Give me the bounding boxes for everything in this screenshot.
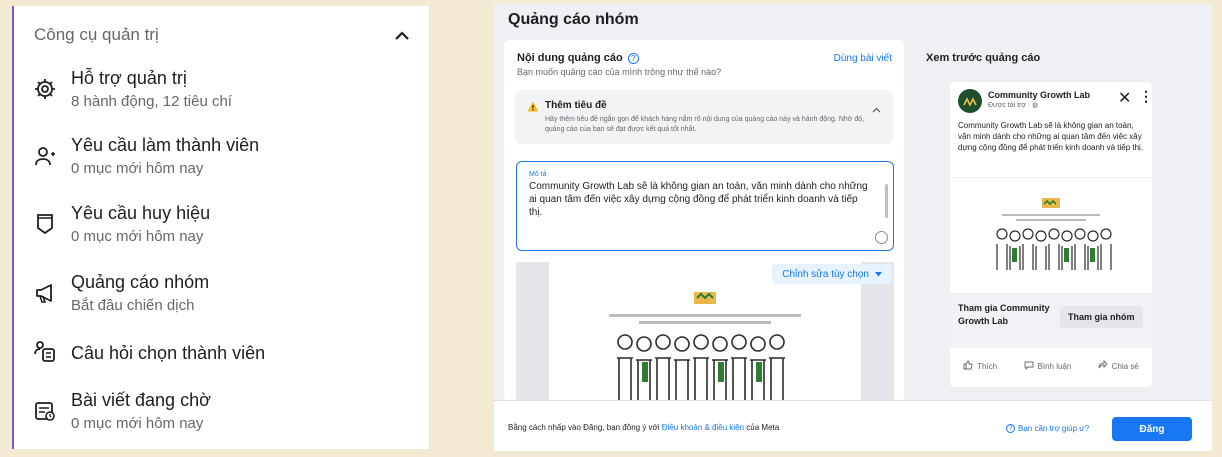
group-ad-window: Quảng cáo nhóm Nội dung quảng cáo ? Bạn … [494, 4, 1212, 451]
page-avatar [958, 89, 982, 113]
help-label: Bạn cần trợ giúp ư? [1018, 424, 1090, 433]
preview-page-name[interactable]: Community Growth Lab [988, 90, 1090, 100]
terms-prefix: Bằng cách nhấp vào Đăng, bạn đồng ý với [508, 423, 662, 432]
admin-item-member-questions[interactable]: Câu hỏi chọn thành viên [32, 332, 411, 392]
pending-posts-icon [32, 398, 58, 424]
member-questions-icon [32, 338, 58, 364]
content-subtitle: Bạn muốn quảng cáo của mình trông như th… [517, 67, 722, 77]
admin-item-label: Hỗ trợ quản trị [71, 68, 187, 88]
share-icon [1098, 359, 1108, 372]
comment-icon [1024, 360, 1034, 372]
preview-sponsored: Được tài trợ · ◍ [988, 101, 1038, 109]
use-post-link[interactable]: Dùng bài viết [834, 53, 892, 64]
ad-content-editor: Nội dung quảng cáo ? Bạn muốn quảng cáo … [504, 40, 904, 402]
comment-action[interactable]: Bình luận [1024, 360, 1072, 372]
admin-item-label: Câu hỏi chọn thành viên [71, 343, 266, 363]
chevron-up-icon[interactable] [395, 28, 409, 42]
preview-body-text: Community Growth Lab sẽ là không gian an… [958, 121, 1144, 152]
admin-item-label: Bài viết đang chờ [71, 390, 211, 410]
admin-item-sub: 8 hành động, 12 tiêu chí [71, 93, 232, 110]
admin-tools-title: Công cụ quản trị [34, 25, 159, 44]
like-label: Thích [977, 361, 998, 371]
terms-text: Bằng cách nhấp vào Đăng, bạn đồng ý với … [508, 423, 779, 432]
info-icon[interactable]: ? [627, 52, 639, 64]
share-label: Chia sẻ [1111, 361, 1139, 371]
admin-item-label: Yêu cầu làm thành viên [71, 135, 260, 155]
edit-options-button[interactable]: Chỉnh sửa tùy chọn [772, 264, 892, 284]
chevron-up-icon[interactable] [872, 100, 881, 118]
description-label: Mô tả [529, 171, 547, 178]
preview-cta-text: Tham gia Community Growth Lab [958, 303, 1050, 326]
admin-item-group-ads[interactable]: Quảng cáo nhóm Bắt đầu chiến dịch [32, 266, 411, 326]
admin-tools-header[interactable]: Công cụ quản trị [34, 20, 409, 50]
preview-image [950, 177, 1152, 294]
badge-icon [32, 211, 58, 237]
admin-item-support[interactable]: Hỗ trợ quản trị 8 hành động, 12 tiêu chí [32, 62, 411, 122]
gear-shield-icon [32, 76, 58, 102]
like-action[interactable]: Thích [963, 360, 997, 372]
admin-item-sub: 0 mục mới hôm nay [71, 160, 204, 177]
description-scrollbar[interactable] [885, 184, 888, 218]
more-options-icon[interactable]: ⋮ [1139, 88, 1152, 105]
share-action[interactable]: Chia sẻ [1098, 359, 1139, 372]
admin-item-sub: Bắt đầu chiến dịch [71, 297, 195, 314]
admin-item-membership[interactable]: Yêu cầu làm thành viên 0 mục mới hôm nay [32, 129, 411, 189]
terms-link[interactable]: Điều khoản & điều kiện [662, 423, 744, 432]
warning-text: Hãy thêm tiêu đề ngắn gọn để khách hàng … [545, 116, 865, 133]
help-link[interactable]: ? Bạn cần trợ giúp ư? [1006, 424, 1089, 433]
admin-item-pending-posts[interactable]: Bài viết đang chờ 0 mục mới hôm nay [32, 384, 411, 444]
warning-title: Thêm tiêu đề [545, 100, 607, 111]
globe-icon: ◍ [1032, 102, 1039, 109]
sponsored-text: Được tài trợ · [988, 102, 1033, 109]
edit-options-label: Chỉnh sửa tùy chọn [782, 268, 869, 280]
add-headline-warning: Thêm tiêu đề Hãy thêm tiêu đề ngắn gọn đ… [515, 90, 893, 144]
description-value[interactable]: Community Growth Lab sẽ là không gian an… [529, 180, 869, 219]
ad-preview-card: Community Growth Lab Được tài trợ · ◍ ✕ … [950, 82, 1152, 387]
post-button[interactable]: Đăng [1112, 417, 1192, 441]
preview-actions: Thích Bình luận Chia sẻ [950, 352, 1152, 380]
emoji-icon[interactable] [875, 231, 888, 244]
join-group-button[interactable]: Tham gia nhóm [1060, 306, 1143, 328]
caret-down-icon [875, 269, 882, 280]
close-icon[interactable]: ✕ [1118, 88, 1131, 108]
thumbs-up-icon [963, 360, 973, 372]
content-title-text: Nội dung quảng cáo [517, 52, 623, 64]
admin-item-sub: 0 mục mới hôm nay [71, 415, 204, 432]
preview-cta-area: Tham gia Community Growth Lab Tham gia n… [950, 294, 1152, 348]
window-title: Quảng cáo nhóm [508, 11, 639, 28]
terms-suffix: của Meta [744, 423, 780, 432]
content-section-title: Nội dung quảng cáo ? [517, 52, 639, 64]
person-add-icon [32, 143, 58, 169]
megaphone-icon [32, 280, 58, 306]
admin-item-sub: 0 mục mới hôm nay [71, 228, 204, 245]
footer-bar: Bằng cách nhấp vào Đăng, bạn đồng ý với … [494, 400, 1212, 451]
description-field[interactable]: Mô tả Community Growth Lab sẽ là không g… [516, 161, 894, 251]
admin-item-badge[interactable]: Yêu cầu huy hiệu 0 mục mới hôm nay [32, 197, 411, 257]
warning-icon [527, 99, 539, 117]
admin-tools-panel: Công cụ quản trị Hỗ trợ quản trị 8 hành … [12, 6, 429, 449]
preview-title: Xem trước quảng cáo [926, 52, 1041, 64]
admin-item-label: Quảng cáo nhóm [71, 272, 210, 292]
help-icon: ? [1006, 424, 1015, 433]
comment-label: Bình luận [1037, 361, 1072, 371]
admin-item-label: Yêu cầu huy hiệu [71, 203, 211, 223]
